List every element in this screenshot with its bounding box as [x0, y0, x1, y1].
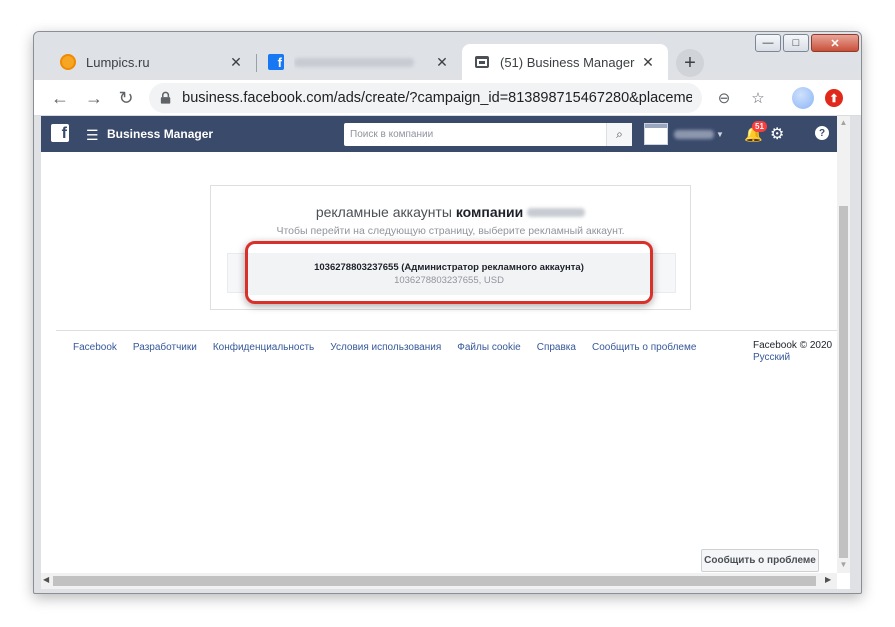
- tab-lumpics[interactable]: Lumpics.ru ✕: [48, 44, 256, 80]
- forward-icon[interactable]: →: [82, 86, 106, 110]
- horizontal-scrollbar[interactable]: ◀ ▶: [41, 573, 837, 589]
- page-viewport: f ☰ Business Manager Поиск в компании ⌕ …: [41, 116, 850, 589]
- footer-links: Facebook Разработчики Конфиденциальность…: [73, 342, 712, 353]
- language-link[interactable]: Русский: [753, 352, 832, 364]
- footer-link-help[interactable]: Справка: [537, 342, 576, 353]
- horizontal-scroll-thumb[interactable]: [53, 576, 816, 586]
- lumpics-orange-icon: [60, 54, 76, 70]
- maximize-button[interactable]: □: [783, 34, 809, 52]
- bookmark-star-icon[interactable]: ☆: [749, 89, 767, 107]
- footer-link-privacy[interactable]: Конфиденциальность: [213, 342, 314, 353]
- vertical-scroll-thumb[interactable]: [839, 206, 848, 558]
- footer-link-cookies[interactable]: Файлы cookie: [457, 342, 520, 353]
- extension-icon[interactable]: ⬆: [825, 89, 843, 107]
- tab-business-manager[interactable]: (51) Business Manager ✕: [462, 44, 668, 80]
- minimize-button[interactable]: —: [755, 34, 781, 52]
- close-icon[interactable]: ✕: [228, 54, 244, 71]
- footer-link-terms[interactable]: Условия использования: [330, 342, 441, 353]
- scroll-up-icon[interactable]: ▲: [839, 118, 848, 127]
- close-icon[interactable]: ✕: [640, 54, 656, 71]
- browser-window: — □ ✕ Lumpics.ru ✕ f ✕ (51) Business Man…: [33, 31, 862, 594]
- footer-link-facebook[interactable]: Facebook: [73, 342, 117, 353]
- help-icon[interactable]: ?: [815, 126, 829, 140]
- url-text[interactable]: business.facebook.com/ads/create/?campai…: [182, 90, 692, 106]
- account-thumbnail: [644, 123, 668, 145]
- profile-avatar[interactable]: [792, 87, 814, 109]
- search-icon[interactable]: ⌕: [606, 123, 632, 146]
- gear-icon[interactable]: ⚙: [770, 124, 784, 144]
- close-icon[interactable]: ✕: [434, 54, 450, 71]
- tab-label: (51) Business Manager: [500, 54, 635, 70]
- zoom-icon[interactable]: ⊖: [715, 89, 733, 107]
- account-name-blurred: [674, 129, 714, 139]
- ad-accounts-card: рекламные аккаунты компании Чтобы перейт…: [210, 185, 691, 310]
- footer-link-developers[interactable]: Разработчики: [133, 342, 197, 353]
- back-icon[interactable]: ←: [48, 86, 72, 110]
- reload-icon[interactable]: ↻: [114, 86, 138, 110]
- card-subtitle: Чтобы перейти на следующую страницу, выб…: [276, 225, 625, 237]
- tab-label: Lumpics.ru: [86, 54, 150, 70]
- business-manager-icon: [475, 56, 489, 68]
- business-manager-header: f ☰ Business Manager Поиск в компании ⌕ …: [41, 116, 837, 152]
- search-placeholder: Поиск в компании: [350, 129, 434, 140]
- footer-link-report-problem[interactable]: Сообщить о проблеме: [592, 342, 696, 353]
- vertical-scrollbar[interactable]: ▲ ▼: [837, 116, 850, 573]
- scroll-left-icon[interactable]: ◀: [43, 575, 49, 584]
- scroll-down-icon[interactable]: ▼: [839, 560, 848, 569]
- browser-toolbar: ← → ↻ business.facebook.com/ads/create/?…: [34, 80, 861, 116]
- new-tab-button[interactable]: +: [676, 49, 704, 77]
- lock-icon: [160, 91, 171, 104]
- report-problem-button[interactable]: Сообщить о проблеме: [701, 549, 819, 572]
- address-bar[interactable]: business.facebook.com/ads/create/?campai…: [149, 83, 765, 113]
- facebook-icon: f: [268, 54, 284, 70]
- card-title: рекламные аккаунты компании: [211, 204, 690, 220]
- tab-facebook[interactable]: f ✕: [256, 44, 462, 80]
- company-search-input[interactable]: Поиск в компании ⌕: [344, 123, 632, 146]
- facebook-logo-icon[interactable]: f: [51, 124, 69, 142]
- close-window-button[interactable]: ✕: [811, 34, 859, 52]
- app-title[interactable]: Business Manager: [107, 127, 213, 141]
- company-name-blurred: [527, 208, 586, 217]
- footer-meta: Facebook © 2020 Русский: [753, 340, 832, 364]
- menu-icon[interactable]: ☰: [86, 127, 99, 144]
- account-switcher[interactable]: ▼: [644, 122, 724, 146]
- highlight-frame: [245, 241, 653, 304]
- tab-label-blurred: [294, 55, 434, 70]
- screenshot-stage: — □ ✕ Lumpics.ru ✕ f ✕ (51) Business Man…: [0, 0, 895, 627]
- chevron-down-icon: ▼: [716, 129, 724, 139]
- copyright-text: Facebook © 2020: [753, 340, 833, 351]
- page-footer: Facebook Разработчики Конфиденциальность…: [56, 330, 837, 363]
- scroll-right-icon[interactable]: ▶: [825, 575, 831, 584]
- notifications-badge: 51: [752, 121, 767, 132]
